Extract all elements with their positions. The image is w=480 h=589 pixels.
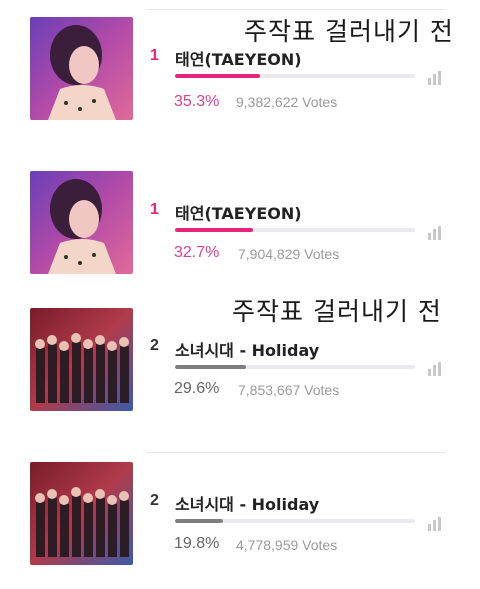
bar-chart-icon[interactable] (427, 517, 443, 531)
snsd-group-photo-thumbnail[interactable] (30, 308, 133, 411)
song-title[interactable]: 소녀시대 - Holiday (175, 337, 319, 361)
bar-chart-icon[interactable] (427, 362, 443, 376)
top-divider (146, 9, 446, 10)
taeyeon-portrait-thumbnail[interactable] (30, 171, 133, 274)
song-title[interactable]: 태연(TAEYEON) (175, 46, 302, 70)
snsd-group-photo-thumbnail[interactable] (30, 462, 133, 565)
bar-chart-icon[interactable] (427, 71, 443, 85)
vote-count: 7,904,829 Votes (238, 246, 340, 262)
rank-number: 2 (150, 492, 159, 509)
section-divider (146, 452, 446, 453)
vote-progress-bar (175, 228, 415, 232)
rank-number: 2 (150, 337, 159, 354)
song-title[interactable]: 소녀시대 - Holiday (175, 491, 319, 515)
vote-count: 9,382,622 Votes (236, 94, 338, 110)
vote-progress-fill (175, 519, 223, 523)
vote-count: 7,853,667 Votes (238, 382, 340, 398)
vote-progress-bar (175, 519, 415, 523)
vote-percentage: 29.6% (174, 380, 220, 397)
vote-progress-fill (175, 365, 247, 369)
bar-chart-icon[interactable] (427, 226, 443, 240)
vote-percentage: 19.8% (174, 535, 220, 552)
caption-before-filter: 주작표 걸러내기 전 (232, 297, 442, 326)
song-title[interactable]: 태연(TAEYEON) (175, 200, 302, 224)
vote-progress-bar (175, 74, 415, 78)
rank-number: 1 (150, 47, 159, 64)
caption-before-filter: 주작표 걸러내기 전 (244, 17, 454, 46)
rank-number: 1 (150, 201, 159, 218)
taeyeon-portrait-thumbnail[interactable] (30, 17, 133, 120)
vote-count: 4,778,959 Votes (236, 537, 338, 553)
vote-percentage: 35.3% (174, 93, 220, 110)
vote-progress-fill (175, 74, 260, 78)
vote-progress-fill (175, 228, 254, 232)
vote-percentage: 32.7% (174, 244, 220, 261)
vote-progress-bar (175, 365, 415, 369)
